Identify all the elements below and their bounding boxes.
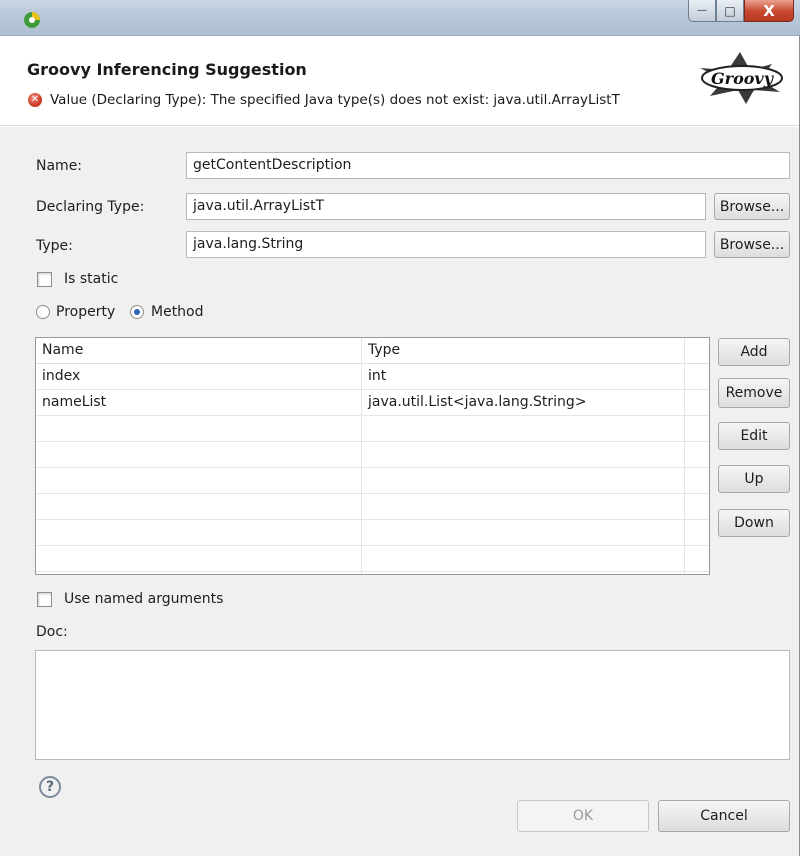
- up-button[interactable]: Up: [718, 465, 790, 493]
- cancel-button[interactable]: Cancel: [658, 800, 790, 832]
- dialog-header: Groovy Inferencing Suggestion ✕ Value (D…: [0, 36, 799, 126]
- table-header: Name Type: [36, 338, 709, 364]
- groovy-logo: Groovy: [700, 52, 783, 104]
- column-header-name[interactable]: Name: [42, 342, 83, 358]
- is-static-label: Is static: [64, 271, 119, 287]
- declaring-type-label: Declaring Type:: [36, 199, 145, 215]
- dialog-window: — □ X Groovy Inferencing Suggestion ✕ Va…: [0, 0, 800, 856]
- edit-button[interactable]: Edit: [718, 422, 790, 450]
- table-row-empty: [36, 520, 709, 546]
- declaring-type-browse-button[interactable]: Browse...: [714, 193, 790, 220]
- parameters-table[interactable]: Name Type index int nameList java.util.L…: [35, 337, 710, 575]
- maximize-button[interactable]: □: [716, 0, 744, 22]
- error-message-text: Value (Declaring Type): The specified Ja…: [50, 92, 620, 108]
- declaring-type-field[interactable]: java.util.ArrayListT: [186, 193, 706, 220]
- remove-button[interactable]: Remove: [718, 378, 790, 408]
- property-label: Property: [56, 304, 116, 320]
- doc-textarea[interactable]: [35, 650, 790, 760]
- name-field[interactable]: getContentDescription: [186, 152, 790, 179]
- is-static-checkbox[interactable]: [37, 272, 52, 287]
- method-label: Method: [151, 304, 204, 320]
- error-message: ✕ Value (Declaring Type): The specified …: [28, 92, 620, 108]
- title-bar[interactable]: — □ X: [0, 0, 800, 36]
- table-row[interactable]: nameList java.util.List<java.lang.String…: [36, 390, 709, 416]
- minimize-icon: —: [697, 5, 707, 16]
- app-icon: [24, 12, 40, 28]
- type-field[interactable]: java.lang.String: [186, 231, 706, 258]
- help-icon[interactable]: ?: [39, 776, 61, 798]
- table-row-empty: [36, 468, 709, 494]
- ok-button[interactable]: OK: [517, 800, 649, 832]
- window-controls: — □ X: [688, 0, 794, 22]
- param-type-cell: java.util.List<java.lang.String>: [368, 394, 587, 410]
- table-row[interactable]: index int: [36, 364, 709, 390]
- column-header-type[interactable]: Type: [368, 342, 400, 358]
- close-icon: X: [763, 1, 775, 20]
- param-type-cell: int: [368, 368, 387, 384]
- property-radio[interactable]: [36, 305, 50, 319]
- name-label: Name:: [36, 158, 83, 174]
- param-name-cell: index: [42, 368, 81, 384]
- doc-label: Doc:: [36, 624, 68, 640]
- table-row-empty: [36, 494, 709, 520]
- method-radio[interactable]: [130, 305, 144, 319]
- type-browse-button[interactable]: Browse...: [714, 231, 790, 258]
- table-row-empty: [36, 442, 709, 468]
- add-button[interactable]: Add: [718, 338, 790, 366]
- type-label: Type:: [36, 238, 73, 254]
- param-name-cell: nameList: [42, 394, 107, 410]
- maximize-icon: □: [724, 3, 736, 18]
- table-row-empty: [36, 416, 709, 442]
- named-arguments-label: Use named arguments: [64, 591, 224, 607]
- minimize-button[interactable]: —: [688, 0, 716, 22]
- error-icon: ✕: [28, 93, 42, 107]
- logo-text: Groovy: [711, 69, 775, 88]
- table-row-empty: [36, 546, 709, 572]
- named-arguments-checkbox[interactable]: [37, 592, 52, 607]
- close-button[interactable]: X: [744, 0, 794, 22]
- dialog-title: Groovy Inferencing Suggestion: [27, 60, 307, 79]
- down-button[interactable]: Down: [718, 509, 790, 537]
